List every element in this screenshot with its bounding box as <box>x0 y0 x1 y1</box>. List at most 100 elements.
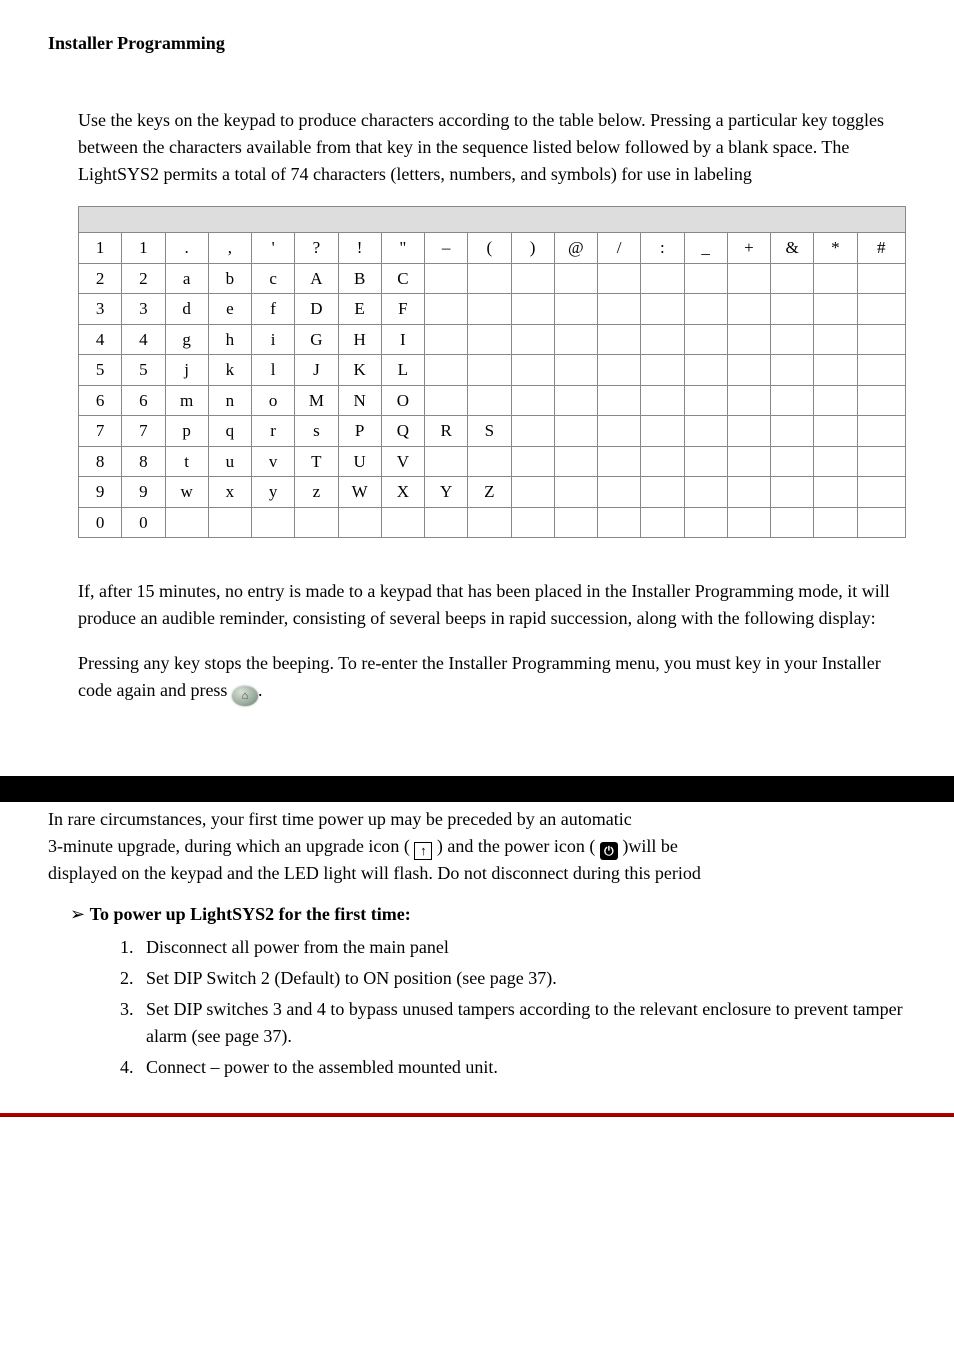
char-cell: ? <box>295 233 338 264</box>
char-cell <box>425 263 468 294</box>
char-cell: 6 <box>122 385 165 416</box>
char-cell <box>641 385 684 416</box>
list-item: Disconnect all power from the main panel <box>138 932 906 963</box>
list-item: Set DIP Switch 2 (Default) to ON positio… <box>138 963 906 994</box>
char-cell: q <box>208 416 251 447</box>
keypad-character-table: 11.,'?!"–()@/:_+&*#22abcABC33defDEF44ghi… <box>78 206 906 538</box>
char-cell <box>598 263 641 294</box>
char-cell: – <box>425 233 468 264</box>
char-cell <box>771 477 814 508</box>
char-cell <box>554 263 597 294</box>
char-cell <box>511 385 554 416</box>
char-cell: Y <box>425 477 468 508</box>
char-cell: P <box>338 416 381 447</box>
char-cell: V <box>381 446 424 477</box>
char-cell: f <box>252 294 295 325</box>
char-cell <box>857 385 906 416</box>
char-cell <box>511 446 554 477</box>
key-cell: 7 <box>79 416 122 447</box>
char-cell: K <box>338 355 381 386</box>
char-cell: g <box>165 324 208 355</box>
char-cell <box>295 507 338 538</box>
table-row: 33defDEF <box>79 294 906 325</box>
char-cell <box>727 446 770 477</box>
char-cell <box>554 507 597 538</box>
char-cell: B <box>338 263 381 294</box>
char-cell: T <box>295 446 338 477</box>
char-cell <box>468 385 511 416</box>
char-cell: p <box>165 416 208 447</box>
char-cell <box>468 324 511 355</box>
upgrade-icon: ↑ <box>414 842 432 860</box>
char-cell <box>727 507 770 538</box>
char-cell: S <box>468 416 511 447</box>
note-line2b: ) and the power icon ( <box>437 836 600 856</box>
char-cell <box>641 446 684 477</box>
char-cell <box>598 294 641 325</box>
page-header: Installer Programming <box>48 30 906 57</box>
char-cell <box>771 385 814 416</box>
note-line3: displayed on the keypad and the LED ligh… <box>48 863 701 883</box>
char-cell <box>425 385 468 416</box>
char-cell <box>684 446 727 477</box>
char-cell <box>252 507 295 538</box>
char-cell: 9 <box>122 477 165 508</box>
char-cell <box>641 477 684 508</box>
char-cell <box>338 507 381 538</box>
char-cell: y <box>252 477 295 508</box>
char-cell <box>511 263 554 294</box>
key-cell: 4 <box>79 324 122 355</box>
char-cell: X <box>381 477 424 508</box>
note-line1: In rare circumstances, your first time p… <box>48 809 632 829</box>
char-cell: U <box>338 446 381 477</box>
char-cell: x <box>208 477 251 508</box>
char-cell: 8 <box>122 446 165 477</box>
key-cell: 9 <box>79 477 122 508</box>
char-cell <box>857 477 906 508</box>
char-cell: 1 <box>122 233 165 264</box>
char-cell: w <box>165 477 208 508</box>
power-icon <box>600 842 618 860</box>
char-cell <box>511 507 554 538</box>
char-cell: , <box>208 233 251 264</box>
char-cell <box>511 355 554 386</box>
section-divider-black <box>0 776 954 802</box>
table-row: 00 <box>79 507 906 538</box>
char-cell <box>771 294 814 325</box>
char-cell <box>554 294 597 325</box>
procedure-steps: Disconnect all power from the main panel… <box>138 932 906 1083</box>
char-cell <box>425 294 468 325</box>
char-cell <box>771 507 814 538</box>
char-cell <box>641 355 684 386</box>
char-cell <box>554 355 597 386</box>
char-cell <box>511 477 554 508</box>
char-cell <box>598 324 641 355</box>
char-cell <box>468 294 511 325</box>
char-cell <box>814 507 857 538</box>
timeout-paragraph: If, after 15 minutes, no entry is made t… <box>78 578 906 632</box>
char-cell: # <box>857 233 906 264</box>
char-cell <box>511 324 554 355</box>
char-cell: O <box>381 385 424 416</box>
note-paragraph: In rare circumstances, your first time p… <box>48 806 906 887</box>
reenter-paragraph: Pressing any key stops the beeping. To r… <box>78 650 906 706</box>
char-cell: 5 <box>122 355 165 386</box>
char-cell: ' <box>252 233 295 264</box>
char-cell <box>727 416 770 447</box>
char-cell: t <box>165 446 208 477</box>
char-cell <box>684 263 727 294</box>
char-cell <box>814 324 857 355</box>
char-cell <box>727 263 770 294</box>
list-item: Connect – power to the assembled mounted… <box>138 1052 906 1083</box>
char-cell: v <box>252 446 295 477</box>
char-cell: ! <box>338 233 381 264</box>
table-row: 66mnoMNO <box>79 385 906 416</box>
char-cell: _ <box>684 233 727 264</box>
char-cell: b <box>208 263 251 294</box>
intro-paragraph: Use the keys on the keypad to produce ch… <box>78 107 906 188</box>
char-cell <box>727 294 770 325</box>
char-cell <box>684 477 727 508</box>
char-cell: z <box>295 477 338 508</box>
char-cell: W <box>338 477 381 508</box>
char-cell: e <box>208 294 251 325</box>
